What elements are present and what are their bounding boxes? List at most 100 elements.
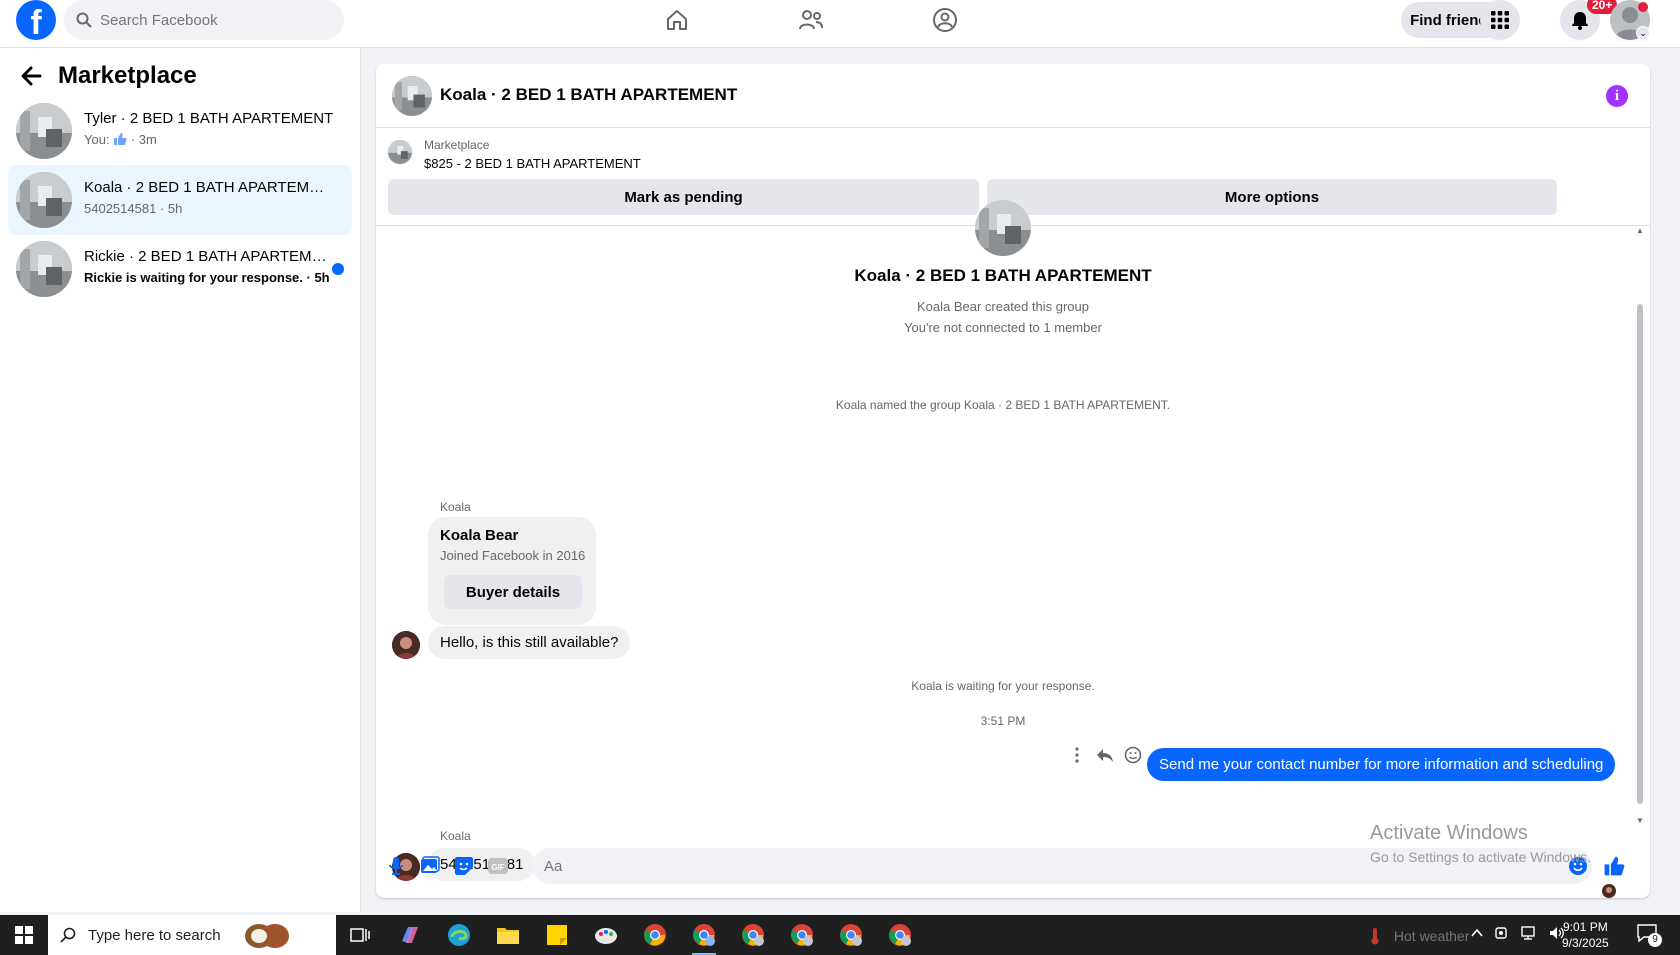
listing-thumbnail <box>16 241 72 297</box>
marketplace-label: Marketplace <box>424 138 490 152</box>
chevron-up-icon[interactable] <box>1470 926 1484 940</box>
clock-time: 9:01 PM <box>1563 920 1608 934</box>
conversation-preview: Rickie is waiting for your response. · 5… <box>84 270 330 285</box>
notification-count: 9 <box>1648 933 1662 947</box>
chevron-down-icon[interactable]: ⌄ <box>1636 26 1650 40</box>
conversation-title: Rickie · 2 BED 1 BATH APARTEME... <box>84 248 334 265</box>
back-arrow-icon[interactable] <box>20 65 42 87</box>
gif-icon[interactable]: GIF <box>486 854 510 878</box>
listing-price-title[interactable]: $825 - 2 BED 1 BATH APARTEMENT <box>424 156 641 171</box>
system-clock[interactable]: 9:01 PM 9/3/2025 <box>1562 919 1609 951</box>
top-navigation-bar: f Find friends 20+ ⌄ <box>0 0 1680 48</box>
photo-icon[interactable] <box>418 854 442 878</box>
more-options-button[interactable]: More options <box>987 179 1557 215</box>
chrome-icon[interactable] <box>641 921 669 949</box>
profile-alert-dot <box>1638 2 1648 12</box>
chrome-profile-icon[interactable] <box>690 921 718 955</box>
message-thread: Koala · 2 BED 1 BATH APARTEMENT Koala Be… <box>376 200 1650 898</box>
grid-icon <box>1491 11 1509 29</box>
chrome-profile-icon[interactable] <box>886 921 914 949</box>
watermark-title: Activate Windows <box>1370 822 1528 844</box>
buyer-profile-card: Koala Bear Joined Facebook in 2016 Buyer… <box>428 517 596 625</box>
weather-text: Hot weather <box>1393 928 1470 944</box>
connection-text: You're not connected to 1 member <box>904 320 1102 335</box>
thread-scrollbar[interactable]: ▲ ▼ <box>1634 226 1646 826</box>
copilot-icon[interactable] <box>396 921 424 949</box>
scroll-up-arrow[interactable]: ▲ <box>1636 226 1644 235</box>
edge-icon[interactable] <box>445 921 473 949</box>
listing-thumbnail <box>16 172 72 228</box>
message-bubble-outgoing[interactable]: Send me your contact number for more inf… <box>1147 748 1616 781</box>
chrome-profile-icon[interactable] <box>739 921 767 949</box>
reply-icon[interactable] <box>1096 746 1114 764</box>
info-icon[interactable]: i <box>1606 85 1628 107</box>
scrollbar-thumb[interactable] <box>1637 304 1643 804</box>
sticky-notes-icon[interactable] <box>543 921 571 949</box>
conversation-preview: 5402514581 · 5h <box>84 201 183 216</box>
buyer-name: Koala Bear <box>440 527 519 544</box>
microphone-icon[interactable] <box>384 854 408 878</box>
scroll-down-arrow[interactable]: ▼ <box>1636 816 1644 825</box>
chrome-profile-icon[interactable] <box>788 921 816 949</box>
more-vertical-icon[interactable] <box>1068 746 1086 764</box>
thumbs-up-icon <box>114 133 127 145</box>
system-tray <box>1470 925 1566 941</box>
task-view-icon[interactable] <box>346 921 374 949</box>
friends-icon[interactable] <box>796 6 826 34</box>
conversation-title: Tyler · 2 BED 1 BATH APARTEMENT <box>84 110 334 127</box>
chrome-profile-icon[interactable] <box>837 921 865 949</box>
meet-now-icon[interactable] <box>1494 925 1510 941</box>
coconut-icon <box>244 924 289 948</box>
react-emoji-icon[interactable] <box>1124 746 1142 764</box>
thermometer-icon <box>1371 928 1379 945</box>
weather-widget[interactable]: Hot weather <box>1370 927 1469 945</box>
activate-windows-watermark: Activate Windows Go to Settings to activ… <box>1370 822 1591 865</box>
conversation-preview: You: · 3m <box>84 132 157 147</box>
buyer-joined: Joined Facebook in 2016 <box>440 548 586 563</box>
action-center-icon[interactable]: 9 <box>1636 923 1662 947</box>
home-icon[interactable] <box>662 6 692 34</box>
clock-date: 9/3/2025 <box>1562 936 1609 950</box>
group-named-text: Koala named the group Koala · 2 BED 1 BA… <box>835 398 1171 412</box>
windows-start-icon[interactable] <box>10 921 38 949</box>
message-bubble-incoming[interactable]: Hello, is this still available? <box>428 626 631 659</box>
listing-thumbnail <box>16 103 72 159</box>
group-avatar[interactable] <box>392 76 432 116</box>
conversation-item-rickie[interactable]: Rickie · 2 BED 1 BATH APARTEME... Rickie… <box>8 234 352 304</box>
listing-thumbnail <box>388 140 412 164</box>
menu-grid-button[interactable] <box>1480 0 1520 40</box>
taskbar-search-placeholder: Type here to search <box>88 926 221 944</box>
conversation-item-koala[interactable]: Koala · 2 BED 1 BATH APARTEMENT 54025145… <box>8 165 352 235</box>
svg-text:GIF: GIF <box>491 863 504 872</box>
message-sender: Koala <box>440 500 471 514</box>
paint-icon[interactable] <box>592 921 620 949</box>
search-input[interactable] <box>100 11 320 29</box>
message-actions <box>1068 746 1142 764</box>
group-created-text: Koala Bear created this group <box>917 299 1089 314</box>
sidebar-title: Marketplace <box>58 62 197 89</box>
search-box[interactable] <box>64 0 344 40</box>
search-icon <box>60 927 76 943</box>
file-explorer-icon[interactable] <box>494 921 522 949</box>
buyer-details-button[interactable]: Buyer details <box>444 575 582 609</box>
message-sender: Koala <box>440 829 471 843</box>
mark-as-pending-button[interactable]: Mark as pending <box>388 179 979 215</box>
chat-title[interactable]: Koala · 2 BED 1 BATH APARTEMENT <box>440 85 737 105</box>
chat-header: Koala · 2 BED 1 BATH APARTEMENT i <box>376 64 1650 128</box>
group-title: Koala · 2 BED 1 BATH APARTEMENT <box>854 266 1152 285</box>
sticker-icon[interactable] <box>452 854 476 878</box>
marketplace-sidebar: Marketplace Tyler · 2 BED 1 BATH APARTEM… <box>0 48 361 912</box>
facebook-logo[interactable]: f <box>16 0 56 40</box>
bell-icon <box>1572 12 1588 30</box>
network-icon[interactable] <box>1520 925 1538 941</box>
conversation-title: Koala · 2 BED 1 BATH APARTEMENT <box>84 179 334 196</box>
sender-avatar[interactable] <box>392 631 420 659</box>
chat-panel: Koala · 2 BED 1 BATH APARTEMENT i Market… <box>376 64 1650 898</box>
group-avatar-large <box>975 200 1031 256</box>
groups-icon[interactable] <box>930 6 960 34</box>
taskbar-search[interactable]: Type here to search <box>48 915 336 955</box>
watermark-subtitle: Go to Settings to activate Windows. <box>1370 849 1591 865</box>
conversation-item-tyler[interactable]: Tyler · 2 BED 1 BATH APARTEMENT You: · 3… <box>8 96 352 166</box>
like-button[interactable] <box>1602 854 1626 878</box>
unread-indicator <box>332 263 344 275</box>
